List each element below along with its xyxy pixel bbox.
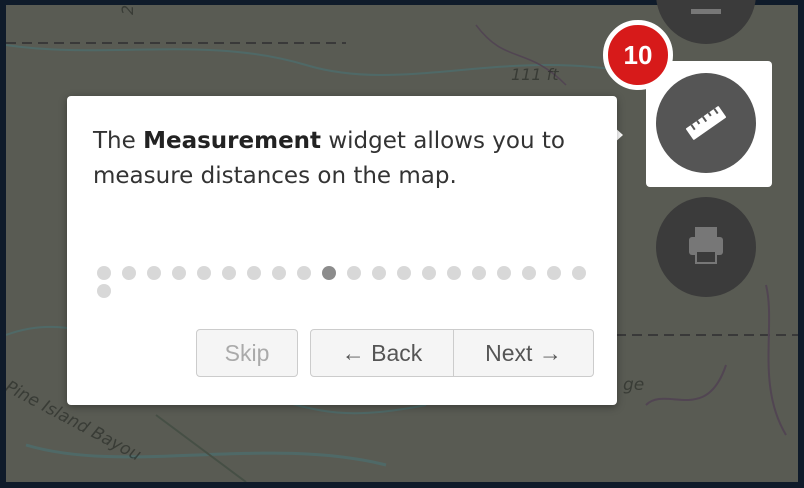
screen-frame: 287 111 ft Pine Island Bayou ge 10 <box>0 0 804 488</box>
menu-icon <box>691 9 721 14</box>
progress-dot <box>497 266 511 280</box>
progress-dot <box>522 266 536 280</box>
skip-button[interactable]: Skip <box>196 329 298 377</box>
progress-dot <box>122 266 136 280</box>
progress-dot <box>297 266 311 280</box>
progress-dot <box>372 266 386 280</box>
progress-dot <box>147 266 161 280</box>
progress-dot <box>422 266 436 280</box>
tour-text-widget-name: Measurement <box>143 128 322 154</box>
measurement-tool-button[interactable] <box>656 73 756 173</box>
progress-dot <box>197 266 211 280</box>
progress-dot <box>172 266 186 280</box>
tour-text-start: The <box>93 128 144 154</box>
progress-dot <box>397 266 411 280</box>
printer-icon <box>689 227 723 264</box>
print-tool-button[interactable] <box>656 197 756 297</box>
progress-dot <box>97 266 111 280</box>
menu-tool-button[interactable] <box>656 0 756 44</box>
progress-dot <box>572 266 586 280</box>
tour-tooltip: The Measurement widget allows you to mea… <box>67 96 617 405</box>
progress-dot <box>447 266 461 280</box>
progress-dot <box>322 266 336 280</box>
next-button[interactable]: Next → <box>453 329 594 377</box>
step-badge: 10 <box>603 20 673 90</box>
progress-dot <box>272 266 286 280</box>
ruler-icon <box>685 106 727 140</box>
progress-dot <box>247 266 261 280</box>
progress-dot <box>97 284 111 298</box>
tour-description: The Measurement widget allows you to mea… <box>93 124 593 194</box>
progress-dot <box>222 266 236 280</box>
progress-dot <box>547 266 561 280</box>
progress-dot <box>347 266 361 280</box>
progress-dot <box>472 266 486 280</box>
back-button[interactable]: ← Back <box>310 329 454 377</box>
